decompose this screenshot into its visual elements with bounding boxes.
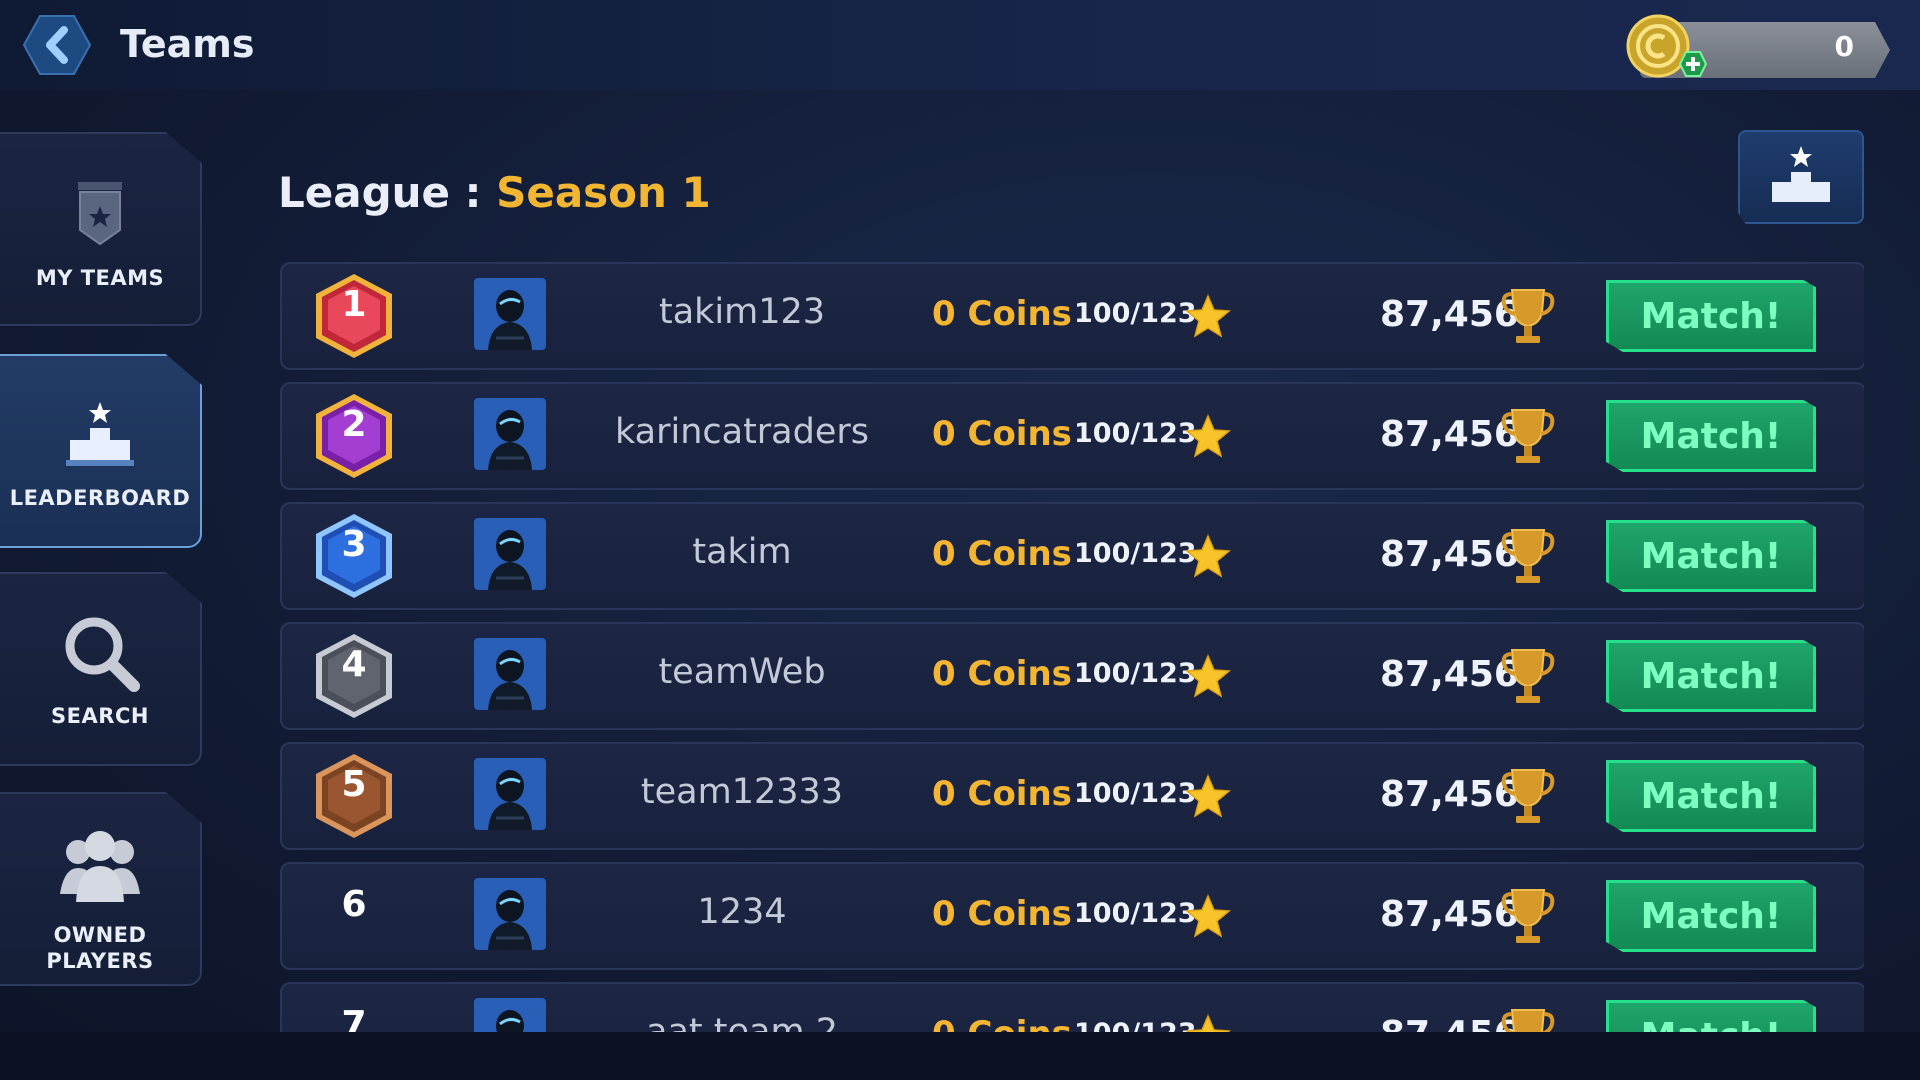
team-avatar[interactable] xyxy=(474,998,546,1032)
star-icon xyxy=(1185,894,1231,938)
team-score: 87,456 xyxy=(1380,294,1519,335)
sidebar-item-label: SEARCH xyxy=(51,704,149,728)
match-button[interactable]: Match! xyxy=(1606,880,1816,952)
team-progress: 100/123 xyxy=(1074,778,1197,809)
table-row: 1 takim123 0 Coins 100/123 87,456 Match! xyxy=(280,262,1864,370)
star-icon xyxy=(1185,534,1231,578)
page-title: Teams xyxy=(120,22,255,66)
team-name[interactable]: takim123 xyxy=(602,292,882,332)
team-avatar[interactable] xyxy=(474,518,546,590)
table-row: 6 1234 0 Coins 100/123 87,456 Match! xyxy=(280,862,1864,970)
sidebar-item-label: OWNED PLAYERS xyxy=(46,923,154,973)
people-icon xyxy=(60,831,140,902)
team-progress: 100/123 xyxy=(1074,1018,1197,1032)
match-button[interactable]: Match! xyxy=(1606,640,1816,712)
match-button[interactable]: Match! xyxy=(1606,520,1816,592)
league-label: League : xyxy=(278,168,497,217)
match-button[interactable]: Match! xyxy=(1606,1000,1816,1032)
sidebar-item-my-teams[interactable]: MY TEAMS xyxy=(0,132,202,326)
league-heading: League : Season 1 xyxy=(278,168,711,217)
match-button[interactable]: Match! xyxy=(1606,400,1816,472)
team-name[interactable]: aat team 2 xyxy=(602,1012,882,1032)
team-progress: 100/123 xyxy=(1074,298,1197,329)
star-icon xyxy=(1185,774,1231,818)
bottom-bar xyxy=(0,1032,1920,1080)
back-chevron-icon xyxy=(22,15,92,75)
back-button[interactable] xyxy=(22,14,92,76)
coin-add-button[interactable] xyxy=(1624,14,1710,86)
rank-number: 1 xyxy=(341,284,367,325)
sidebar-item-leaderboard[interactable]: LEADERBOARD xyxy=(0,354,202,548)
team-avatar[interactable] xyxy=(474,878,546,950)
rank-number: 2 xyxy=(341,404,367,445)
team-progress: 100/123 xyxy=(1074,898,1197,929)
team-name[interactable]: teamWeb xyxy=(602,652,882,692)
team-coins: 0 Coins xyxy=(932,294,1072,334)
sidebar-item-search[interactable]: SEARCH xyxy=(0,572,202,766)
podium-icon xyxy=(66,402,134,466)
rank-number: 3 xyxy=(341,524,367,565)
table-row: 2 karincatraders 0 Coins 100/123 87,456 … xyxy=(280,382,1864,490)
star-icon xyxy=(1185,414,1231,458)
rank-number: 5 xyxy=(341,764,367,805)
rank-number: 6 xyxy=(341,884,367,925)
top-bar: Teams 0 xyxy=(0,0,1920,90)
team-score: 87,456 xyxy=(1380,1014,1598,1032)
star-icon xyxy=(1185,654,1231,698)
team-score: 87,456 xyxy=(1380,894,1519,935)
team-avatar[interactable] xyxy=(474,398,546,470)
trophy-icon xyxy=(1501,649,1555,703)
table-row: 7 aat team 2 0 Coins 100/123 87,456 Matc… xyxy=(280,982,1864,1032)
leaderboard-list: 1 takim123 0 Coins 100/123 87,456 Match!… xyxy=(280,262,1864,1032)
coin-balance-value: 0 xyxy=(1834,30,1854,63)
team-score: 87,456 xyxy=(1380,774,1519,815)
team-avatar[interactable] xyxy=(474,638,546,710)
trophy-icon xyxy=(1501,769,1555,823)
shield-star-icon xyxy=(78,182,122,246)
sidebar-item-owned-players[interactable]: OWNED PLAYERS xyxy=(0,792,202,986)
team-progress: 100/123 xyxy=(1074,538,1197,569)
team-score: 87,456 xyxy=(1380,654,1519,695)
table-row: 4 teamWeb 0 Coins 100/123 87,456 Match! xyxy=(280,622,1864,730)
table-row: 3 takim 0 Coins 100/123 87,456 Match! xyxy=(280,502,1864,610)
rank-number: 4 xyxy=(341,644,367,685)
team-coins: 0 Coins xyxy=(932,534,1072,574)
team-score: 87,456 xyxy=(1380,534,1519,575)
team-coins: 0 Coins xyxy=(932,654,1072,694)
team-progress: 100/123 xyxy=(1074,658,1197,689)
leaderboard-button[interactable] xyxy=(1738,130,1864,224)
team-name[interactable]: team12333 xyxy=(602,772,882,812)
trophy-icon xyxy=(1501,529,1555,583)
star-icon xyxy=(1185,294,1231,338)
match-button[interactable]: Match! xyxy=(1606,760,1816,832)
team-coins: 0 Coins xyxy=(932,414,1072,454)
trophy-icon xyxy=(1501,289,1555,343)
team-name[interactable]: karincatraders xyxy=(602,412,882,452)
team-name[interactable]: 1234 xyxy=(602,892,882,932)
trophy-icon xyxy=(1501,409,1555,463)
team-coins: 0 Coins xyxy=(932,894,1072,934)
podium-icon xyxy=(1772,146,1830,202)
sidebar-item-label: MY TEAMS xyxy=(35,266,165,290)
coin-plus-icon xyxy=(1626,14,1708,78)
team-progress: 100/123 xyxy=(1074,418,1197,449)
trophy-icon xyxy=(1501,1009,1555,1032)
team-avatar[interactable] xyxy=(474,278,546,350)
star-icon xyxy=(1185,1014,1231,1032)
match-button[interactable]: Match! xyxy=(1606,280,1816,352)
team-avatar[interactable] xyxy=(474,758,546,830)
sidebar-item-label: LEADERBOARD xyxy=(9,486,191,510)
team-name[interactable]: takim xyxy=(602,532,882,572)
magnifier-icon xyxy=(65,617,140,692)
team-score: 87,456 xyxy=(1380,414,1519,455)
league-season: Season 1 xyxy=(496,168,711,217)
team-coins: 0 Coins xyxy=(932,1014,1072,1032)
trophy-icon xyxy=(1501,889,1555,943)
rank-number: 7 xyxy=(341,1004,367,1032)
table-row: 5 team12333 0 Coins 100/123 87,456 Match… xyxy=(280,742,1864,850)
team-coins: 0 Coins xyxy=(932,774,1072,814)
